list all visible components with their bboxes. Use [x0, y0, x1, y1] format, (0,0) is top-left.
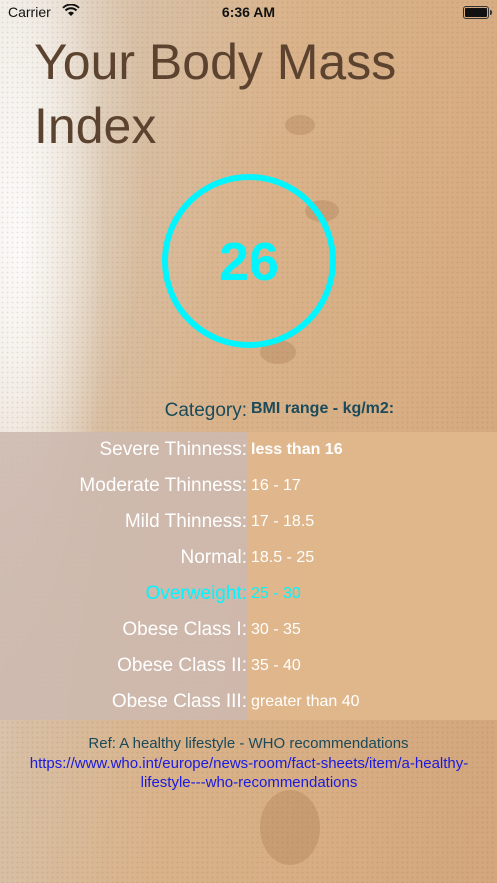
- category-label: Normal:: [180, 547, 247, 568]
- status-bar: Carrier 6:36 AM: [0, 0, 497, 24]
- range-value: 16 - 17: [251, 477, 301, 494]
- category-header: Category:: [164, 400, 247, 421]
- reference-text: Ref: A healthy lifestyle - WHO recommend…: [88, 735, 409, 752]
- range-value: less than 16: [251, 441, 343, 458]
- battery-icon: [463, 6, 492, 19]
- table-row: Obese Class II: 35 - 40: [0, 648, 497, 684]
- range-value: 30 - 35: [251, 621, 301, 638]
- bmi-table: Severe Thinness: less than 16 Moderate T…: [0, 432, 497, 720]
- category-label: Mild Thinness:: [124, 511, 247, 532]
- table-row: Severe Thinness: less than 16: [0, 432, 497, 468]
- table-row: Normal: 18.5 - 25: [0, 540, 497, 576]
- range-value: greater than 40: [251, 693, 360, 710]
- range-value: 18.5 - 25: [251, 549, 315, 566]
- range-header: BMI range - kg/m2:: [251, 400, 395, 417]
- table-row: Obese Class I: 30 - 35: [0, 612, 497, 648]
- category-label: Obese Class II:: [117, 655, 247, 676]
- category-label: Overweight:: [145, 583, 247, 604]
- table-row: Moderate Thinness: 16 - 17: [0, 468, 497, 504]
- category-label: Severe Thinness:: [99, 439, 247, 460]
- clock: 6:36 AM: [221, 4, 276, 20]
- category-label: Moderate Thinness:: [79, 475, 247, 496]
- range-value: 25 - 30: [251, 585, 301, 602]
- table-row: Obese Class III: greater than 40: [0, 684, 497, 720]
- category-label: Obese Class III:: [111, 691, 247, 712]
- range-value: 17 - 18.5: [251, 513, 315, 530]
- reference-link[interactable]: https://www.who.int/europe/news-room/fac…: [14, 754, 484, 792]
- table-row-highlighted: Overweight: 25 - 30: [0, 576, 497, 612]
- table-row: Mild Thinness: 17 - 18.5: [0, 504, 497, 540]
- range-value: 35 - 40: [251, 657, 301, 674]
- bmi-value: 26: [218, 232, 280, 292]
- page-title: Your Body Mass Index: [34, 34, 397, 154]
- bmi-ring: 26: [162, 174, 336, 348]
- category-label: Obese Class I:: [122, 619, 247, 640]
